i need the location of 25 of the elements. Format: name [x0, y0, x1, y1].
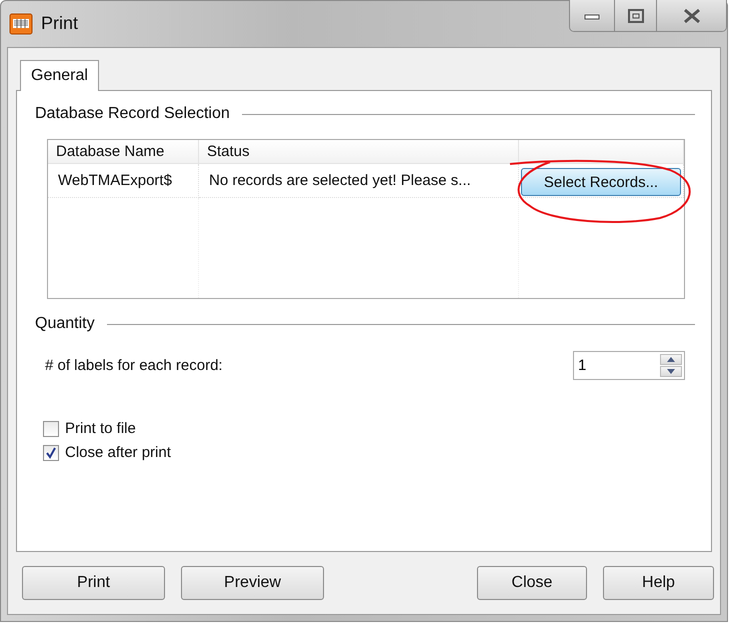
table-cell: No records are selected yet! Please s...	[199, 164, 519, 198]
dialog-button[interactable]: Close	[477, 566, 587, 600]
minimize-button[interactable]	[570, 0, 614, 31]
select-records-button[interactable]: Select Records...	[521, 168, 681, 196]
checkbox[interactable]	[43, 444, 59, 460]
minimize-icon	[584, 12, 600, 20]
section-title: Quantity	[35, 315, 95, 333]
dialog-button[interactable]: Print	[22, 566, 165, 600]
quantity-spinner[interactable]: 1	[573, 351, 685, 380]
column-header: Status	[199, 140, 519, 164]
checkbox-label: Close after print	[65, 444, 171, 461]
checkbox[interactable]	[43, 420, 59, 436]
dialog-button[interactable]: Preview	[181, 566, 324, 600]
close-button[interactable]	[656, 0, 726, 31]
field-label: # of labels for each record:	[45, 357, 223, 374]
column-header: Database Name	[48, 140, 199, 164]
dialog-button[interactable]: Help	[603, 566, 714, 600]
close-icon	[682, 8, 702, 24]
maximize-button[interactable]	[614, 0, 656, 31]
window-title: Print	[41, 13, 78, 34]
checkbox-label: Print to file	[65, 420, 136, 437]
section-title: Database Record Selection	[35, 105, 230, 123]
tab[interactable]: General	[20, 60, 99, 91]
maximize-icon	[628, 8, 644, 22]
table-cell: WebTMAExport$	[48, 164, 199, 198]
